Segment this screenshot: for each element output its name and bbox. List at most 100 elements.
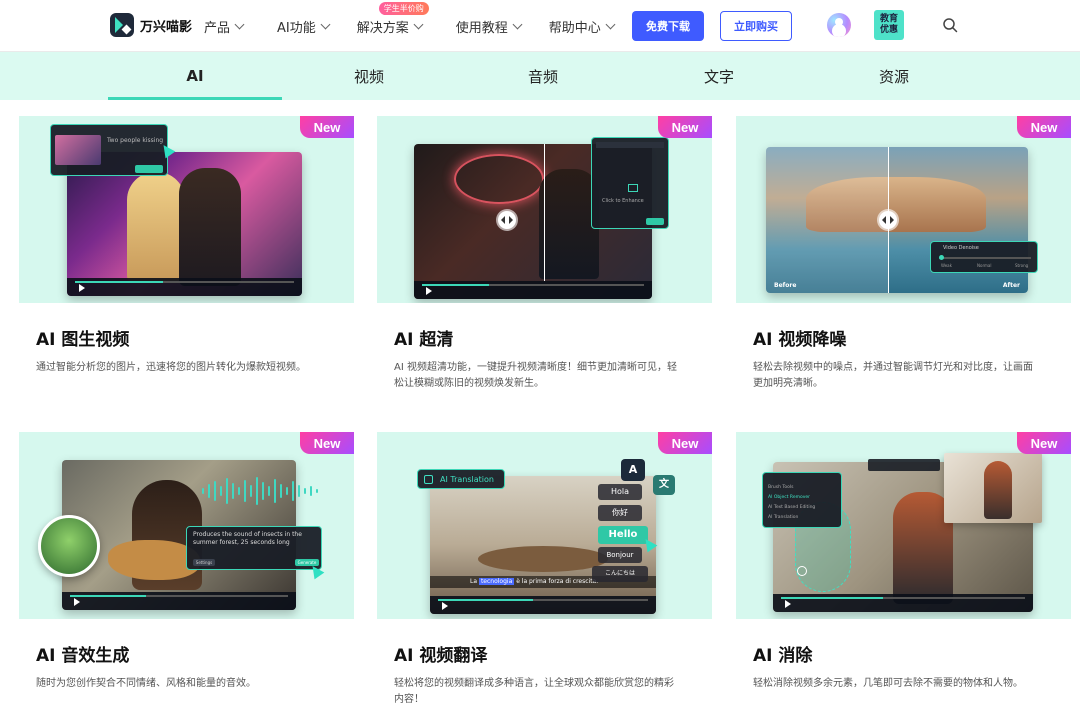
free-download-button[interactable]: 免费下载 [632,11,704,41]
level-normal: Normal [977,263,992,268]
nav-item-tutorials[interactable]: 使用教程 [456,17,523,36]
subtitle-highlight: tecnologia [478,578,515,585]
card-description: 通过智能分析您的图片，迅速将您的图片转化为爆款短视频。 [36,362,306,373]
card-description: 轻松消除视频多余元素，几笔即可去除不需要的物体和人物。 [753,678,1023,689]
compare-slider-handle[interactable] [879,211,897,229]
denoise-panel: Video Denoise Weak Normal Strong [930,241,1038,273]
level-strong: Strong [1015,263,1029,268]
subtitle-post: è la prima forza di crescita. [516,578,599,585]
ai-translation-badge: AI Translation [417,469,505,489]
play-icon [74,598,80,606]
tab-ai[interactable]: AI [108,52,282,100]
edit-toolbar[interactable] [868,459,940,471]
subtitle-pre: La [470,578,478,585]
tool-item[interactable]: AI Text Based Editing [768,505,815,510]
category-tab-bar: AI 视频 音频 文字 资源 [0,52,1080,100]
lang-option[interactable]: 你好 [598,505,642,521]
compare-slider-handle[interactable] [498,211,516,229]
denoise-slider-thumb[interactable] [939,255,944,260]
level-weak: Weak [941,263,952,268]
edu-badge-line2: 优惠 [879,25,898,35]
brush-cursor-icon [797,566,807,576]
generate-mini-button[interactable] [135,165,163,173]
card-description: 轻松去除视频中的噪点，并通过智能调节灯光和对比度，让画面更加明亮清晰。 [753,362,1033,389]
new-badge: New [658,432,712,454]
feature-card-image-to-video[interactable]: Two people kissing New AI 图生视频 通过智能分析您的图… [19,116,354,376]
chevron-down-icon [512,19,523,29]
settings-mini-button[interactable]: Settings [193,559,215,566]
chevron-down-icon [605,19,616,29]
nav-label: 帮助中心 [548,20,601,36]
meeting-table [478,546,608,572]
card-preview: Produces the sound of insects in the sum… [19,432,354,619]
top-navigation: 万兴喵影 产品 AI功能 学生半价购 解决方案 使用教程 帮助中心 免费下载 立… [0,0,1080,52]
tab-audio[interactable]: 音频 [456,52,630,100]
feature-card-video-denoise[interactable]: Before After Video Denoise Weak Normal S… [736,116,1071,392]
tab-text[interactable]: 文字 [630,52,808,100]
denoise-slider-track[interactable] [939,255,1031,260]
education-discount-badge[interactable]: 教育 优惠 [874,10,904,40]
card-title: AI 视频降噪 [753,330,847,350]
player-controls[interactable] [67,278,302,296]
tab-video[interactable]: 视频 [282,52,456,100]
card-description: AI 视频超清功能，一键提升视频清晰度！细节更加清晰可见，轻松让模糊或陈旧的视频… [394,362,677,389]
play-icon [426,287,432,295]
nav-item-solutions[interactable]: 学生半价购 解决方案 [356,1,429,36]
ai-translation-label: AI Translation [440,475,494,484]
tool-item-active[interactable]: AI Object Remover [768,495,810,500]
card-preview: Brush Tools AI Object Remover AI Text Ba… [736,432,1071,619]
after-label: After [1002,282,1020,289]
user-avatar-icon[interactable] [827,13,851,37]
nav-label: AI功能 [277,20,316,36]
chevron-down-icon [320,19,331,29]
card-title: AI 视频翻译 [394,646,488,666]
new-badge: New [300,432,354,454]
card-preview: Before After Video Denoise Weak Normal S… [736,116,1071,303]
neon-sign [454,154,544,204]
feature-card-sound-effects[interactable]: Produces the sound of insects in the sum… [19,432,354,692]
brand-logo-link[interactable]: 万兴喵影 [110,13,192,37]
nav-item-products[interactable]: 产品 [204,17,245,36]
tool-item[interactable]: Brush Tools [768,485,794,490]
buy-now-button[interactable]: 立即购买 [720,11,792,41]
search-icon[interactable] [942,17,958,33]
tab-resources[interactable]: 资源 [808,52,980,100]
card-preview: Two people kissing New [19,116,354,303]
before-half [766,147,888,293]
forest-thumbnail [38,515,100,577]
enhance-panel: Click to Enhance [591,137,669,229]
player-controls[interactable] [62,592,296,610]
edu-badge-line1: 教育 [879,14,898,24]
player-controls[interactable] [414,281,652,299]
feature-card-ai-enhance[interactable]: Click to Enhance New AI 超清 AI 视频超清功能，一键提… [377,116,712,392]
chevron-down-icon [413,19,424,29]
player-controls[interactable] [430,596,656,614]
tool-item[interactable]: AI Translation [768,515,798,520]
nav-label: 解决方案 [356,20,409,36]
feature-card-object-remover[interactable]: Brush Tools AI Object Remover AI Text Ba… [736,432,1071,692]
nav-item-help-center[interactable]: 帮助中心 [548,17,616,36]
card-description: 轻松将您的视频翻译成多种语言，让全球观众都能欣赏您的精彩内容！ [394,678,674,705]
result-preview [944,453,1042,523]
audio-waveform-icon [202,477,318,505]
active-tab-indicator [108,97,282,100]
feature-card-video-translation[interactable]: La tecnologia è la prima forza di cresci… [377,432,712,708]
card-title: AI 超清 [394,330,454,350]
card-title: AI 图生视频 [36,330,130,350]
sound-prompt-panel: Produces the sound of insects in the sum… [186,526,322,570]
compare-divider [544,144,545,281]
lang-option[interactable]: Hola [598,484,642,500]
enhance-icon [628,184,638,192]
thumbnail [55,135,101,165]
nav-item-ai-features[interactable]: AI功能 [277,17,331,36]
player-controls[interactable] [773,594,1033,612]
sound-prompt-text: Produces the sound of insects in the sum… [193,531,302,546]
play-icon [79,284,85,292]
enhance-hint: Click to Enhance [602,198,644,204]
card-preview: Click to Enhance New [377,116,712,303]
lang-option[interactable]: Bonjour [598,547,642,563]
lang-option[interactable]: こんにちは [592,566,648,582]
translate-icon [424,475,433,484]
enhance-mini-button[interactable] [646,218,664,225]
play-icon [442,602,448,610]
